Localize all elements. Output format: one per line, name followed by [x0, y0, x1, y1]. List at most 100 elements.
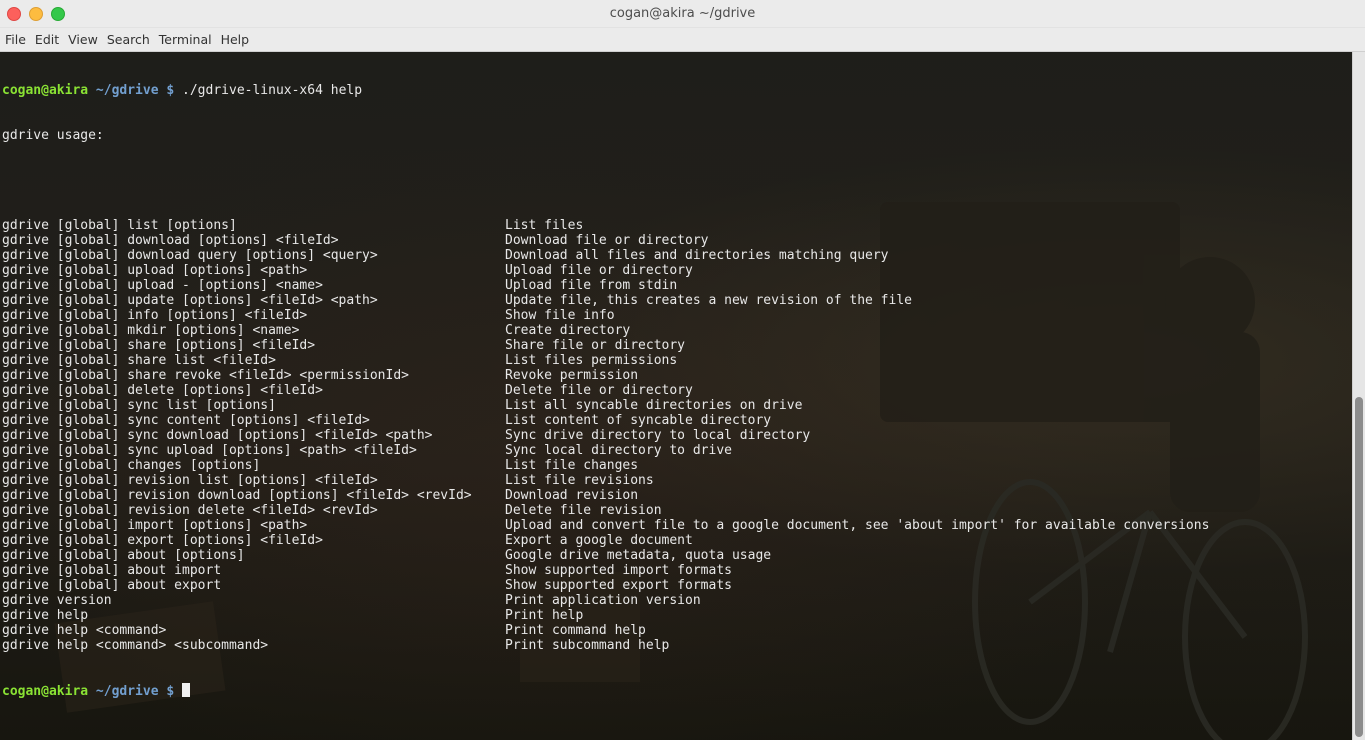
command-row: gdrive [global] share list <fileId> List …	[2, 353, 1209, 368]
command-row: gdrive [global] download query [options]…	[2, 248, 1209, 263]
command-description: Share file or directory	[505, 338, 686, 353]
command-syntax: gdrive help <command>	[2, 623, 167, 638]
command-row: gdrive [global] sync content [options] <…	[2, 413, 1209, 428]
command-row: gdrive help <command> <subcommand> Print …	[2, 638, 1209, 653]
command-description: Print application version	[505, 593, 701, 608]
command-description: Revoke permission	[505, 368, 639, 383]
window-title: cogan@akira ~/gdrive	[609, 6, 756, 21]
prompt-user-host: cogan@akira	[2, 83, 89, 98]
command-row: gdrive [global] mkdir [options] <name> Cr…	[2, 323, 1209, 338]
command-row: gdrive [global] sync download [options] …	[2, 428, 1209, 443]
command-syntax: gdrive [global] revision list [options] …	[2, 473, 378, 488]
command-row: gdrive [global] about import Show support…	[2, 563, 1209, 578]
command-syntax: gdrive [global] sync download [options] …	[2, 428, 433, 443]
command-row: gdrive [global] import [options] <path> U…	[2, 518, 1209, 533]
terminal-window: cogan@akira ~/gdrive File Edit View Sear…	[0, 0, 1365, 740]
command-row: gdrive [global] download [options] <file…	[2, 233, 1209, 248]
command-description: Upload file or directory	[505, 263, 693, 278]
command-description: Delete file revision	[505, 503, 662, 518]
command-syntax: gdrive [global] about import	[2, 563, 222, 578]
command-list: gdrive [global] list [options] List files…	[2, 218, 1209, 653]
menu-terminal[interactable]: Terminal	[159, 32, 212, 47]
command-description: Print subcommand help	[505, 638, 670, 653]
command-description: Update file, this creates a new revision…	[505, 293, 912, 308]
command-syntax: gdrive [global] list [options]	[2, 218, 237, 233]
command-description: Sync drive directory to local directory	[505, 428, 811, 443]
command-description: Print help	[505, 608, 584, 623]
command-syntax: gdrive [global] share revoke <fileId> <p…	[2, 368, 409, 383]
menu-edit[interactable]: Edit	[35, 32, 59, 47]
command-syntax: gdrive [global] sync upload [options] <p…	[2, 443, 417, 458]
command-syntax: gdrive version	[2, 593, 112, 608]
command-syntax: gdrive [global] about [options]	[2, 548, 245, 563]
command-row: gdrive [global] upload [options] <path> U…	[2, 263, 1209, 278]
command-description: Export a google document	[505, 533, 693, 548]
scrollbar-thumb[interactable]	[1355, 397, 1363, 737]
entered-command: ./gdrive-linux-x64 help	[182, 83, 363, 98]
command-row: gdrive help Print help	[2, 608, 1209, 623]
command-description: List file changes	[505, 458, 639, 473]
command-syntax: gdrive [global] sync list [options]	[2, 398, 276, 413]
command-syntax: gdrive [global] revision download [optio…	[2, 488, 472, 503]
command-row: gdrive [global] update [options] <fileId…	[2, 293, 1209, 308]
command-description: Upload and convert file to a google docu…	[505, 518, 1210, 533]
command-row: gdrive [global] delete [options] <fileId…	[2, 383, 1209, 398]
command-syntax: gdrive [global] changes [options]	[2, 458, 261, 473]
prompt-symbol: $	[166, 83, 175, 98]
command-row: gdrive [global] changes [options] List fi…	[2, 458, 1209, 473]
command-syntax: gdrive [global] upload - [options] <name…	[2, 278, 323, 293]
title-bar[interactable]: cogan@akira ~/gdrive	[0, 0, 1365, 28]
command-row: gdrive [global] share revoke <fileId> <p…	[2, 368, 1209, 383]
command-row: gdrive [global] about [options] Google dr…	[2, 548, 1209, 563]
command-description: Download revision	[505, 488, 639, 503]
command-description: Show file info	[505, 308, 615, 323]
command-row: gdrive [global] revision list [options] …	[2, 473, 1209, 488]
command-syntax: gdrive [global] mkdir [options] <name>	[2, 323, 300, 338]
command-description: List all syncable directories on drive	[505, 398, 803, 413]
command-syntax: gdrive [global] sync content [options] <…	[2, 413, 370, 428]
command-syntax: gdrive [global] share [options] <fileId>	[2, 338, 316, 353]
command-syntax: gdrive [global] download query [options]…	[2, 248, 378, 263]
command-syntax: gdrive help <command> <subcommand>	[2, 638, 269, 653]
command-row: gdrive [global] list [options] List files	[2, 218, 1209, 233]
command-syntax: gdrive [global] info [options] <fileId>	[2, 308, 308, 323]
command-description: Show supported import formats	[505, 563, 732, 578]
command-description: Create directory	[505, 323, 631, 338]
command-syntax: gdrive help	[2, 608, 89, 623]
command-row: gdrive [global] export [options] <fileId…	[2, 533, 1209, 548]
command-description: Download all files and directories match…	[505, 248, 889, 263]
command-syntax: gdrive [global] delete [options] <fileId…	[2, 383, 323, 398]
menu-file[interactable]: File	[5, 32, 26, 47]
command-description: List content of syncable directory	[505, 413, 772, 428]
terminal-text: cogan@akira ~/gdrive $ ./gdrive-linux-x6…	[2, 53, 1209, 728]
command-description: Print command help	[505, 623, 646, 638]
command-row: gdrive [global] revision delete <fileId>…	[2, 503, 1209, 518]
menu-help[interactable]: Help	[221, 32, 250, 47]
command-syntax: gdrive [global] revision delete <fileId>…	[2, 503, 378, 518]
menu-search[interactable]: Search	[107, 32, 150, 47]
command-row: gdrive version Print application version	[2, 593, 1209, 608]
command-row: gdrive [global] upload - [options] <name…	[2, 278, 1209, 293]
command-description: Download file or directory	[505, 233, 709, 248]
command-syntax: gdrive [global] import [options] <path>	[2, 518, 308, 533]
current-prompt-line: cogan@akira ~/gdrive $	[2, 683, 1209, 699]
command-description: Upload file from stdin	[505, 278, 678, 293]
command-syntax: gdrive [global] about export	[2, 578, 222, 593]
menu-view[interactable]: View	[68, 32, 98, 47]
command-row: gdrive [global] about export Show support…	[2, 578, 1209, 593]
command-description: List file revisions	[505, 473, 654, 488]
command-description: Show supported export formats	[505, 578, 732, 593]
current-prompt-symbol: $	[166, 684, 175, 699]
command-row: gdrive [global] sync list [options] List …	[2, 398, 1209, 413]
command-description: List files	[505, 218, 584, 233]
vertical-scrollbar[interactable]	[1352, 52, 1365, 740]
menu-bar: File Edit View Search Terminal Help	[0, 28, 1365, 52]
terminal-output-area[interactable]: cogan@akira ~/gdrive $ ./gdrive-linux-x6…	[0, 52, 1365, 740]
text-cursor	[182, 683, 191, 697]
current-prompt-path: ~/gdrive	[95, 684, 159, 699]
command-syntax: gdrive [global] download [options] <file…	[2, 233, 339, 248]
command-syntax: gdrive [global] export [options] <fileId…	[2, 533, 323, 548]
command-row: gdrive [global] sync upload [options] <p…	[2, 443, 1209, 458]
command-syntax: gdrive [global] upload [options] <path>	[2, 263, 308, 278]
